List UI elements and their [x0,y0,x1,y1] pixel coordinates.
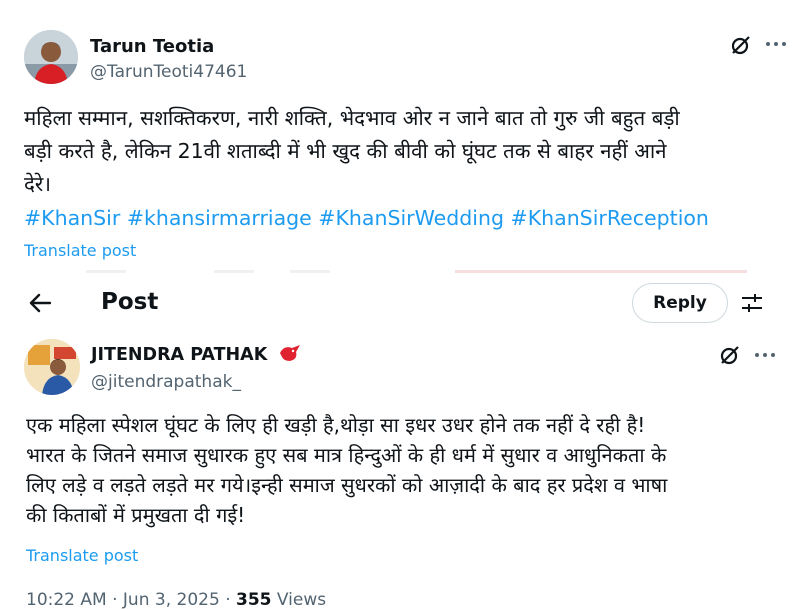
tweet-text-line: देरे। [24,172,52,196]
author-handle[interactable]: @TarunTeoti47461 [90,62,247,82]
divider-artifact [290,270,330,273]
more-icon[interactable] [754,351,776,359]
translate-link[interactable]: Translate post [24,241,136,260]
divider-artifact [214,270,254,273]
views-label: Views [276,590,327,610]
sliders-icon[interactable] [740,292,764,314]
tweet-text-line: भारत के जितने समाज सुधारक हुए सब मात्र ह… [26,443,667,467]
views-count: 355 [236,590,272,610]
tweet-text-line: महिला सम्मान, सशक्तिकरण, नारी शक्ति, भेद… [24,106,680,130]
author-name[interactable]: Tarun Teotia [90,36,214,57]
post-meta: 10:22 AM · Jun 3, 2025 · 355 Views [26,590,327,610]
reply-button[interactable]: Reply [632,283,728,323]
grok-icon[interactable] [730,34,752,56]
tweet-text-line: बड़ी करते है, लेकिन 21वी शताब्दी में भी … [24,139,667,163]
avatar[interactable] [24,339,80,395]
post-date[interactable]: Jun 3, 2025 [123,590,220,610]
tweet-text-line: की किताबों में प्रमुखता दी गई! [26,503,246,527]
more-icon[interactable] [765,40,787,48]
tweet-text: एक महिला स्पेशल घूंघट के लिए ही खड़ी है,… [26,410,667,530]
grok-icon[interactable] [719,344,741,366]
tweet-text: महिला सम्मान, सशक्तिकरण, नारी शक्ति, भेद… [24,102,680,201]
red-bird-icon [280,345,300,361]
translate-link[interactable]: Translate post [26,546,138,565]
author-handle[interactable]: @jitendrapathak_ [91,372,241,392]
tweet-text-line: एक महिला स्पेशल घूंघट के लिए ही खड़ी है,… [26,413,646,437]
hashtags[interactable]: #KhanSir #khansirmarriage #KhanSirWeddin… [24,206,709,230]
divider-artifact [455,270,747,273]
avatar-photo-icon [24,339,80,395]
tweet-text-line: लिए लड़े व लड़ते लड़ते मर गये।इन्ही समाज… [26,473,668,497]
divider-artifact [86,270,126,273]
author-name[interactable]: JITENDRA PATHAK [91,345,267,365]
page-title: Post [101,289,159,315]
avatar[interactable] [24,30,78,84]
post-time[interactable]: 10:22 AM [26,590,107,610]
avatar-photo-icon [24,30,78,84]
top-tweet: Tarun Teotia @TarunTeoti47461 महिला सम्म… [0,0,807,270]
back-arrow-icon[interactable] [29,293,51,313]
